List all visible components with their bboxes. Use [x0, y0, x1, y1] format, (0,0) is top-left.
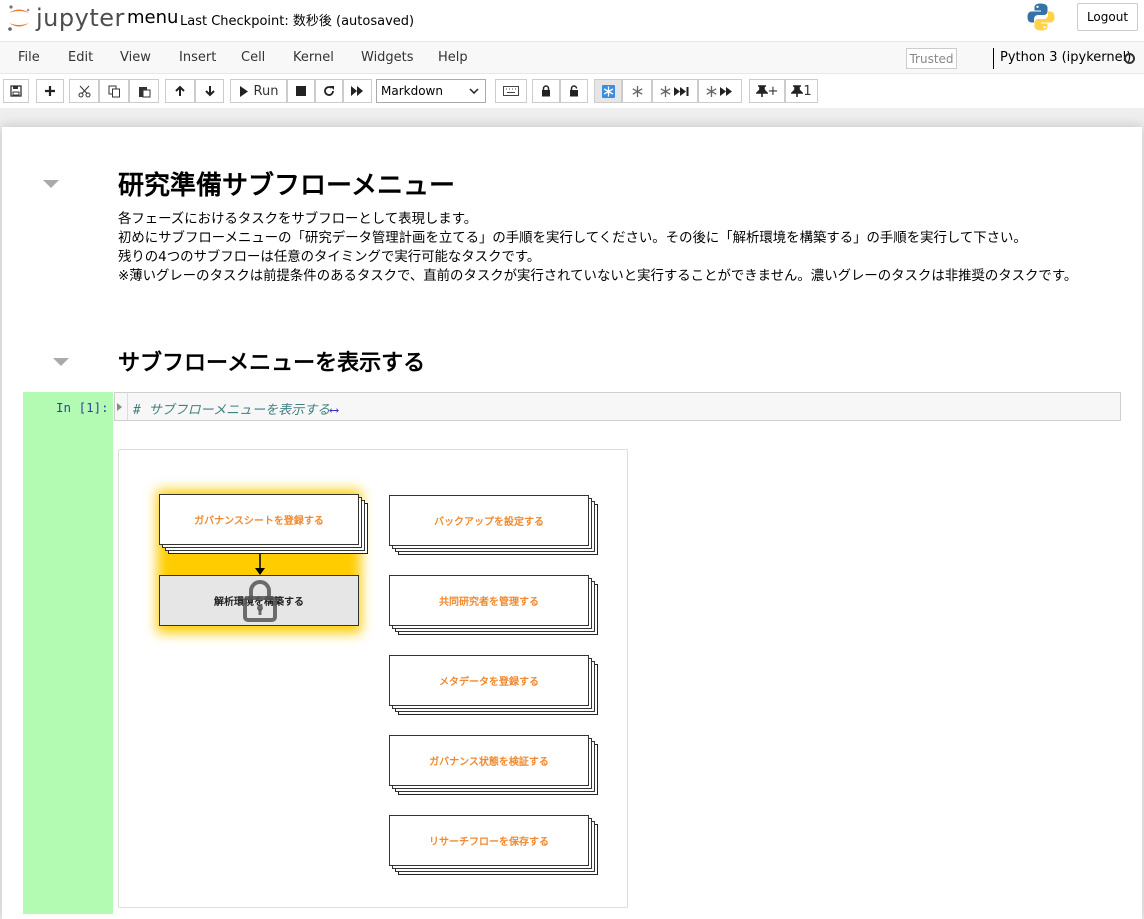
toolbar: Run Markdown + 1	[0, 74, 1144, 108]
move-down-button[interactable]	[195, 79, 224, 103]
lock-icon	[542, 85, 550, 97]
menu-kernel[interactable]: Kernel	[293, 50, 334, 65]
jupyter-logo[interactable]: jupyter	[6, 4, 125, 32]
arrow-up-icon	[175, 85, 185, 96]
scissors-icon	[78, 85, 90, 97]
task-governance-check[interactable]: ガバナンス状態を検証する	[389, 735, 601, 797]
freeze-all-button[interactable]	[698, 79, 742, 103]
logout-button[interactable]: Logout	[1077, 3, 1138, 31]
copy-icon	[108, 85, 120, 97]
task-label: ガバナンス状態を検証する	[429, 757, 549, 768]
cell-prompt: In [1]:	[56, 400, 109, 415]
play-icon	[239, 85, 248, 97]
run-button[interactable]: Run	[230, 79, 287, 103]
snowflake-icon	[601, 84, 615, 98]
markdown-paragraph: 各フェーズにおけるタスクをサブフローとして表現します。 初めにサブフローメニュー…	[118, 210, 1118, 286]
lock-icon	[243, 580, 277, 622]
task-label: ガバナンスシートを登録する	[194, 516, 324, 527]
menu-cell[interactable]: Cell	[241, 50, 265, 65]
trusted-indicator[interactable]: Trusted	[906, 48, 957, 69]
task-backup[interactable]: バックアップを設定する	[389, 495, 601, 557]
snowflake-icon	[631, 85, 643, 97]
heading-1: 研究準備サブフローメニュー	[118, 171, 455, 201]
unlock-cell-button[interactable]	[560, 79, 588, 103]
task-metadata[interactable]: メタデータを登録する	[389, 655, 601, 717]
lock-cell-button[interactable]	[532, 79, 560, 103]
kernel-separator	[993, 48, 994, 69]
pin-add-button[interactable]: +	[749, 79, 785, 103]
snowflake-skip-icon	[660, 85, 689, 97]
jupyter-logo-text: jupyter	[36, 4, 125, 32]
paragraph-line: 残りの4つのサブフローは任意のタイミングで実行可能なタスクです。	[118, 250, 541, 265]
task-label: バックアップを設定する	[434, 517, 544, 528]
stop-icon	[296, 86, 306, 96]
menu-file[interactable]: File	[18, 50, 40, 65]
task-label: 共同研究者を管理する	[439, 597, 539, 608]
menu-edit[interactable]: Edit	[68, 50, 93, 65]
cell-type-select[interactable]: Markdown	[376, 79, 486, 103]
keyboard-icon	[503, 86, 519, 96]
arrow-down-icon	[204, 86, 215, 97]
restart-run-all-button[interactable]	[343, 79, 372, 103]
save-button[interactable]	[3, 79, 29, 103]
pin-icon	[755, 84, 768, 97]
code-input[interactable]: # サブフローメニューを表示する⟷	[114, 392, 1121, 421]
move-up-button[interactable]	[165, 79, 195, 103]
paste-button[interactable]	[129, 79, 159, 103]
pin-add-label: +	[767, 83, 779, 99]
menu-widgets[interactable]: Widgets	[361, 50, 414, 65]
task-save-researchflow[interactable]: リサーチフローを保存する	[389, 815, 601, 877]
kernel-idle-icon	[1124, 53, 1135, 64]
task-analysis-env-locked[interactable]: 解析環境を構築する	[159, 575, 361, 628]
freeze-button[interactable]	[622, 79, 652, 103]
freeze-toggle-button[interactable]	[594, 79, 622, 103]
snowflake-forward-icon	[706, 85, 732, 97]
run-button-label: Run	[253, 83, 279, 99]
kernel-name[interactable]: Python 3 (ipykernel)	[1000, 50, 1131, 65]
command-palette-button[interactable]	[495, 79, 527, 103]
chevron-down-icon	[469, 88, 479, 94]
paragraph-line: ※薄いグレーのタスクは前提条件のあるタスクで、直前のタスクが実行されていないと実…	[118, 269, 1078, 284]
python-logo-icon	[1027, 3, 1055, 31]
menu-view[interactable]: View	[120, 50, 151, 65]
save-icon	[10, 85, 22, 97]
task-label: メタデータを登録する	[439, 677, 539, 688]
cell-type-value: Markdown	[381, 84, 443, 98]
restart-icon	[324, 86, 334, 96]
menubar: File Edit View Insert Cell Kernel Widget…	[0, 41, 1144, 74]
unlock-icon	[570, 85, 578, 97]
task-collaborators[interactable]: 共同研究者を管理する	[389, 575, 601, 637]
collapsed-code-icon[interactable]: ⟷	[330, 403, 338, 418]
collapse-heading-icon[interactable]	[43, 180, 59, 188]
menu-help[interactable]: Help	[438, 50, 468, 65]
heading-2: サブフローメニューを表示する	[118, 351, 426, 376]
plus-icon	[45, 86, 55, 96]
checkpoint-status: Last Checkpoint: 数秒後 (autosaved)	[180, 14, 415, 29]
insert-cell-button[interactable]	[36, 79, 64, 103]
expand-triangle-icon[interactable]	[117, 403, 122, 411]
task-label: リサーチフローを保存する	[429, 837, 549, 848]
paragraph-line: 初めにサブフローメニューの「研究データ管理計画を立てる」の手順を実行してください…	[118, 231, 1027, 246]
interrupt-button[interactable]	[287, 79, 315, 103]
notebook-title[interactable]: menu	[127, 7, 178, 28]
code-line: # サブフローメニューを表示する⟷	[133, 399, 338, 418]
pin-icon	[791, 84, 804, 97]
code-gutter	[127, 393, 128, 420]
menu-insert[interactable]: Insert	[179, 50, 216, 65]
code-comment: # サブフローメニューを表示する	[133, 403, 331, 418]
paste-icon	[138, 86, 150, 97]
freeze-below-button[interactable]	[652, 79, 698, 103]
cell-selection-bar	[23, 392, 113, 914]
collapse-heading-icon[interactable]	[53, 358, 69, 366]
pin-one-label: 1	[803, 83, 812, 99]
subflow-menu-output: ガバナンスシートを登録する 解析環境を構築する バックアップを設定する 共同研究…	[118, 449, 628, 908]
jupyter-logo-icon	[8, 5, 30, 31]
cut-button[interactable]	[69, 79, 99, 103]
pin-one-button[interactable]: 1	[785, 79, 818, 103]
copy-button[interactable]	[99, 79, 129, 103]
paragraph-line: 各フェーズにおけるタスクをサブフローとして表現します。	[118, 212, 478, 227]
fast-forward-icon	[351, 86, 363, 96]
task-governance-sheet[interactable]: ガバナンスシートを登録する	[159, 494, 371, 556]
restart-button[interactable]	[315, 79, 343, 103]
